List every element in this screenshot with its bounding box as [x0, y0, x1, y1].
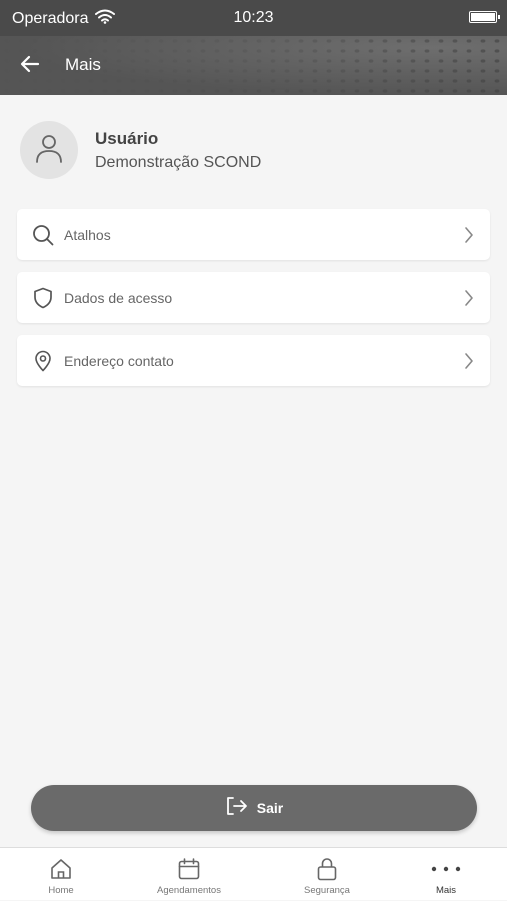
avatar [20, 121, 78, 179]
chevron-right-icon [462, 225, 476, 245]
arrow-left-icon [20, 55, 40, 78]
home-icon [49, 856, 73, 882]
bottom-tab-bar: Home Agendamentos Segurança Mais [0, 847, 507, 900]
logout-button[interactable]: Sair [31, 785, 477, 831]
menu-item-atalhos[interactable]: Atalhos [17, 209, 490, 260]
chevron-right-icon [462, 351, 476, 371]
tab-label: Segurança [304, 885, 350, 896]
user-icon [34, 132, 64, 169]
menu-item-label: Dados de acesso [64, 289, 173, 306]
tab-agendamentos[interactable]: Agendamentos [144, 848, 234, 901]
menu-item-endereco-contato[interactable]: Endereço contato [17, 335, 490, 386]
status-time: 10:23 [233, 9, 274, 26]
tab-label: Mais [435, 885, 457, 896]
tab-seguranca[interactable]: Segurança [292, 848, 362, 901]
profile-name: Usuário [95, 128, 159, 148]
search-icon [31, 223, 55, 247]
menu-item-dados-acesso[interactable]: Dados de acesso [17, 272, 490, 323]
status-bar: Operadora 10:23 [0, 0, 507, 36]
battery-icon [469, 11, 500, 23]
tab-label: Home [48, 885, 74, 896]
shield-icon [31, 286, 55, 310]
more-dots-icon [430, 856, 462, 882]
lock-icon [316, 856, 338, 882]
chevron-right-icon [462, 288, 476, 308]
calendar-icon [177, 856, 201, 882]
menu-item-label: Endereço contato [64, 352, 174, 369]
tab-home[interactable]: Home [31, 848, 91, 901]
menu-item-label: Atalhos [64, 226, 111, 243]
back-button[interactable] [14, 50, 46, 82]
profile-subtitle: Demonstração SCOND [95, 153, 262, 171]
app-header: Mais [0, 36, 507, 95]
logout-icon [225, 796, 249, 821]
profile-text: Usuário Demonstração SCOND [95, 129, 261, 172]
user-profile: Usuário Demonstração SCOND [20, 121, 261, 179]
page-title: Mais [65, 55, 101, 74]
location-pin-icon [31, 349, 55, 373]
tab-label: Agendamentos [157, 885, 221, 896]
tab-mais[interactable]: Mais [416, 848, 476, 901]
logout-label: Sair [256, 800, 284, 816]
